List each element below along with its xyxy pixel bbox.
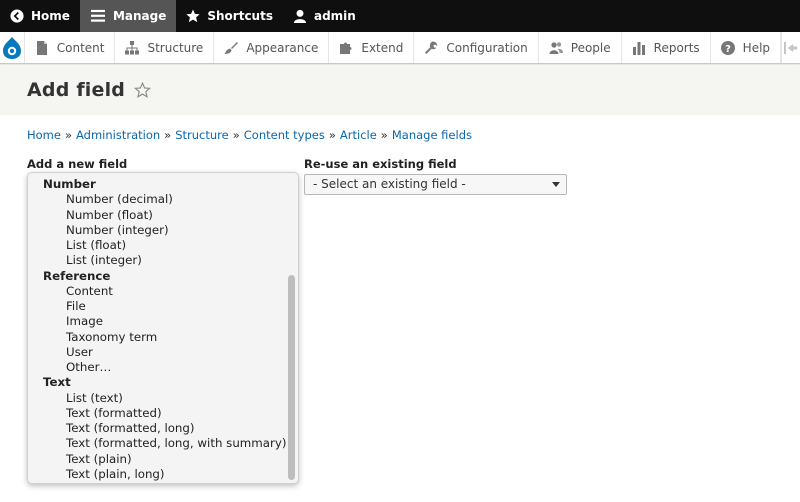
menu-icon xyxy=(90,9,105,22)
sitemap-icon xyxy=(125,40,140,54)
breadcrumb-administration[interactable]: Administration xyxy=(76,128,160,142)
user-icon xyxy=(293,9,307,23)
tray-item-content[interactable]: Content xyxy=(25,32,116,63)
tray-item-label: Reports xyxy=(653,40,700,55)
breadcrumb: Home» Administration» Structure» Content ty… xyxy=(27,128,472,142)
dropdown-group-label: Text xyxy=(43,375,71,390)
tray-item-reports[interactable]: Reports xyxy=(622,32,711,63)
dropdown-group-label: Number xyxy=(43,177,96,191)
page-header: Add field xyxy=(0,65,800,115)
dropdown-option[interactable]: File xyxy=(28,299,286,314)
back-arrow-icon xyxy=(10,9,24,23)
toolbar-home-link[interactable]: Home xyxy=(0,0,80,32)
tray-item-structure[interactable]: Structure xyxy=(115,32,215,63)
tray-item-extend[interactable]: Extend xyxy=(329,32,415,63)
dropdown-group-label: Reference xyxy=(43,268,111,283)
people-icon xyxy=(549,41,563,54)
tray-item-people[interactable]: People xyxy=(539,32,622,63)
admin-toolbar: Home Manage Shortcuts admin xyxy=(0,0,800,32)
breadcrumb-article[interactable]: Article xyxy=(340,128,377,142)
bar-chart-icon xyxy=(632,41,645,55)
wrench-icon xyxy=(425,41,438,54)
toolbar-shortcuts-label: Shortcuts xyxy=(207,9,273,23)
tray-item-appearance[interactable]: Appearance xyxy=(214,32,330,63)
dropdown-option[interactable]: Text (formatted, long, with summary) xyxy=(28,436,286,451)
dropdown-option[interactable]: Text (formatted, long) xyxy=(28,421,286,436)
breadcrumb-separator: » xyxy=(232,128,240,142)
breadcrumb-separator: » xyxy=(164,128,172,142)
collapse-left-icon xyxy=(784,41,798,54)
puzzle-icon xyxy=(340,42,352,54)
reuse-existing-field-select[interactable]: - Select an existing field - xyxy=(304,174,567,195)
toolbar-manage-label: Manage xyxy=(112,9,167,23)
svg-text:?: ? xyxy=(725,44,731,55)
toolbar-shortcuts-tab[interactable]: Shortcuts xyxy=(176,0,283,32)
tray-item-help[interactable]: ? Help xyxy=(711,32,782,63)
tray-item-label: People xyxy=(570,40,611,55)
dropdown-option[interactable]: Image xyxy=(28,314,286,329)
toolbar-user-label: admin xyxy=(313,9,356,23)
reuse-existing-field-label: Re-use an existing field xyxy=(304,157,457,171)
dropdown-options-list: Number Number (decimal) Number (float) Numb… xyxy=(28,177,286,482)
breadcrumb-structure[interactable]: Structure xyxy=(175,128,229,142)
drupal-logo[interactable] xyxy=(0,32,25,63)
help-icon: ? xyxy=(720,40,735,55)
admin-tray: Content Structure Appearance Extend Conf… xyxy=(0,32,800,64)
page-title: Add field xyxy=(27,79,126,101)
dropdown-option[interactable]: Content xyxy=(28,284,286,299)
tray-item-configuration[interactable]: Configuration xyxy=(414,32,539,63)
dropdown-option[interactable]: List (text) xyxy=(28,391,286,406)
dropdown-option[interactable]: Text (formatted) xyxy=(28,406,286,421)
breadcrumb-content-types[interactable]: Content types xyxy=(244,128,325,142)
tray-item-label: Extend xyxy=(361,40,404,55)
tray-item-label: Appearance xyxy=(246,40,319,55)
breadcrumb-home[interactable]: Home xyxy=(27,128,61,142)
dropdown-option[interactable]: Text (plain) xyxy=(28,452,286,467)
tray-item-label: Help xyxy=(742,40,771,55)
breadcrumb-manage-fields[interactable]: Manage fields xyxy=(392,128,472,142)
dropdown-scrollbar[interactable] xyxy=(288,275,295,480)
star-icon xyxy=(186,9,201,23)
add-new-field-dropdown[interactable]: Number Number (decimal) Number (float) Numb… xyxy=(27,172,299,484)
file-icon xyxy=(36,40,47,55)
tray-item-label: Configuration xyxy=(446,40,528,55)
tray-orientation-toggle[interactable] xyxy=(781,32,800,63)
breadcrumb-separator: » xyxy=(64,128,73,142)
shortcut-star-icon[interactable] xyxy=(134,81,152,99)
toolbar-user-tab[interactable]: admin xyxy=(283,0,366,32)
tray-item-label: Content xyxy=(56,40,105,55)
breadcrumb-separator: » xyxy=(380,128,388,142)
dropdown-option[interactable]: Number (decimal) xyxy=(28,192,286,207)
dropdown-option[interactable]: Taxonomy term xyxy=(28,330,286,345)
dropdown-option[interactable]: List (integer) xyxy=(28,253,286,268)
dropdown-option[interactable]: Number (integer) xyxy=(28,223,286,238)
tray-item-label: Structure xyxy=(147,40,204,55)
paintbrush-icon xyxy=(224,41,239,54)
chevron-down-icon xyxy=(552,182,560,187)
breadcrumb-separator: » xyxy=(328,128,336,142)
toolbar-manage-tab[interactable]: Manage xyxy=(79,0,177,32)
dropdown-option[interactable]: List (float) xyxy=(28,238,286,253)
dropdown-option[interactable]: Number (float) xyxy=(28,208,286,223)
reuse-existing-field-value: - Select an existing field - xyxy=(313,177,466,191)
dropdown-option[interactable]: Text (plain, long) xyxy=(28,467,286,482)
drupal-drop-icon xyxy=(2,36,21,59)
dropdown-option[interactable]: User xyxy=(28,345,286,360)
add-new-field-label: Add a new field xyxy=(27,157,128,171)
dropdown-option[interactable]: Other… xyxy=(28,360,286,375)
toolbar-home-label: Home xyxy=(31,9,70,23)
